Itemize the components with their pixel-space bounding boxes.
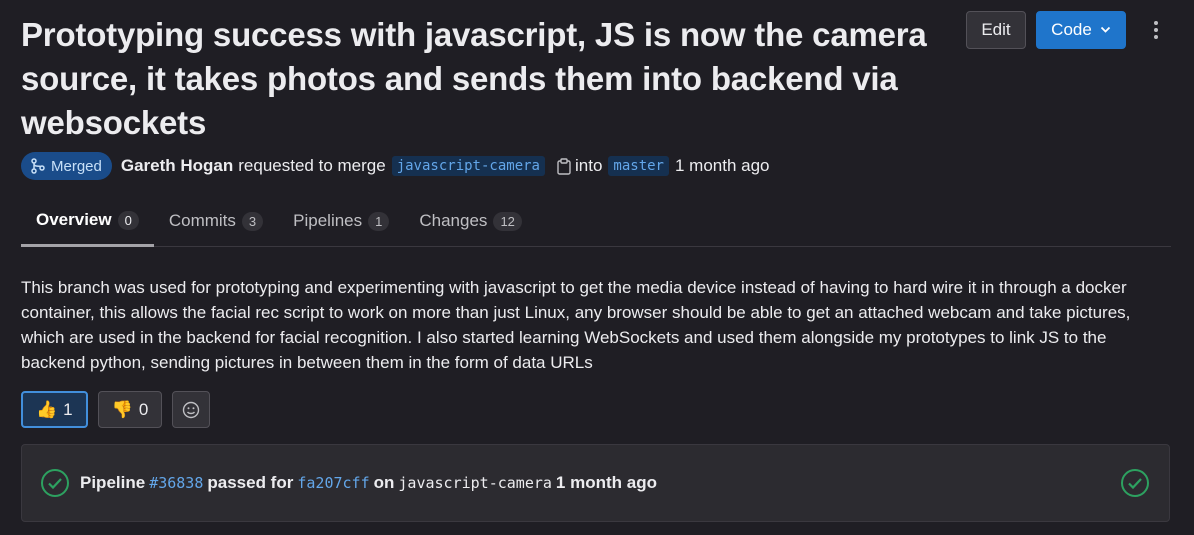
pipeline-widget: Pipeline #36838 passed for fa207cff on j…: [21, 444, 1170, 522]
into-text: into: [574, 156, 603, 175]
code-dropdown-button[interactable]: Code: [1036, 11, 1126, 49]
reactions-bar: 👍 1 👎 0: [21, 391, 211, 428]
header-actions: Edit Code: [966, 11, 1168, 49]
tab-label: Changes: [419, 211, 488, 230]
tab-label: Overview: [36, 210, 112, 229]
commit-sha-link[interactable]: fa207cff: [297, 474, 369, 492]
tab-label: Commits: [168, 211, 236, 230]
tab-overview[interactable]: Overview 0: [21, 196, 154, 247]
code-button-label: Code: [1051, 20, 1092, 39]
tab-count: 12: [493, 211, 522, 231]
add-reaction-button[interactable]: [172, 391, 211, 428]
tab-count: 0: [117, 210, 139, 230]
tab-commits[interactable]: Commits 3: [154, 196, 278, 246]
thumbs-down-reaction[interactable]: 👎 0: [97, 391, 163, 428]
merge-icon: [31, 158, 45, 174]
thumbs-down-count: 0: [138, 399, 149, 419]
author-link[interactable]: Gareth Hogan: [121, 156, 233, 176]
pipeline-branch[interactable]: javascript-camera: [398, 474, 552, 492]
smiley-icon: [183, 401, 200, 418]
pipeline-passed-icon[interactable]: [40, 468, 70, 498]
tab-count: 3: [241, 211, 264, 231]
mr-tabs: Overview 0 Commits 3 Pipelines 1 Changes…: [21, 196, 1171, 247]
pipeline-id-link[interactable]: #36838: [149, 474, 203, 492]
thumbs-up-count: 1: [63, 399, 73, 419]
more-actions-icon[interactable]: [1144, 11, 1168, 49]
pipeline-label: Pipeline: [80, 473, 146, 492]
action-text: requested to merge: [238, 156, 386, 175]
status-badge: Merged: [21, 152, 112, 180]
target-branch[interactable]: master: [608, 156, 669, 176]
merge-time: 1 month ago: [674, 156, 770, 175]
thumbs-down-icon: 👎: [111, 399, 133, 419]
tab-count: 1: [368, 211, 390, 231]
status-badge-label: Merged: [51, 157, 102, 175]
chevron-down-icon: [1100, 26, 1110, 33]
page-title: Prototyping success with javascript, JS …: [21, 16, 927, 141]
source-branch[interactable]: javascript-camera: [391, 156, 545, 176]
edit-button[interactable]: Edit: [966, 11, 1026, 49]
thumbs-up-icon: 👍: [36, 399, 58, 419]
pipeline-on-text: on: [373, 473, 395, 492]
merge-meta: Merged Gareth Hogan requested to merge j…: [21, 152, 770, 180]
tab-changes[interactable]: Changes 12: [404, 196, 537, 246]
tab-pipelines[interactable]: Pipelines 1: [278, 196, 404, 246]
pipeline-passed-text: passed for: [207, 473, 294, 492]
merge-request-page: Prototyping success with javascript, JS …: [0, 0, 1194, 535]
tab-label: Pipelines: [293, 211, 363, 230]
pipeline-time: 1 month ago: [555, 473, 657, 492]
pipeline-stage-passed-icon[interactable]: [1120, 468, 1150, 503]
mr-description: This branch was used for prototyping and…: [21, 278, 1131, 372]
copy-branch-icon[interactable]: [557, 157, 571, 175]
thumbs-up-reaction[interactable]: 👍 1: [21, 391, 88, 428]
